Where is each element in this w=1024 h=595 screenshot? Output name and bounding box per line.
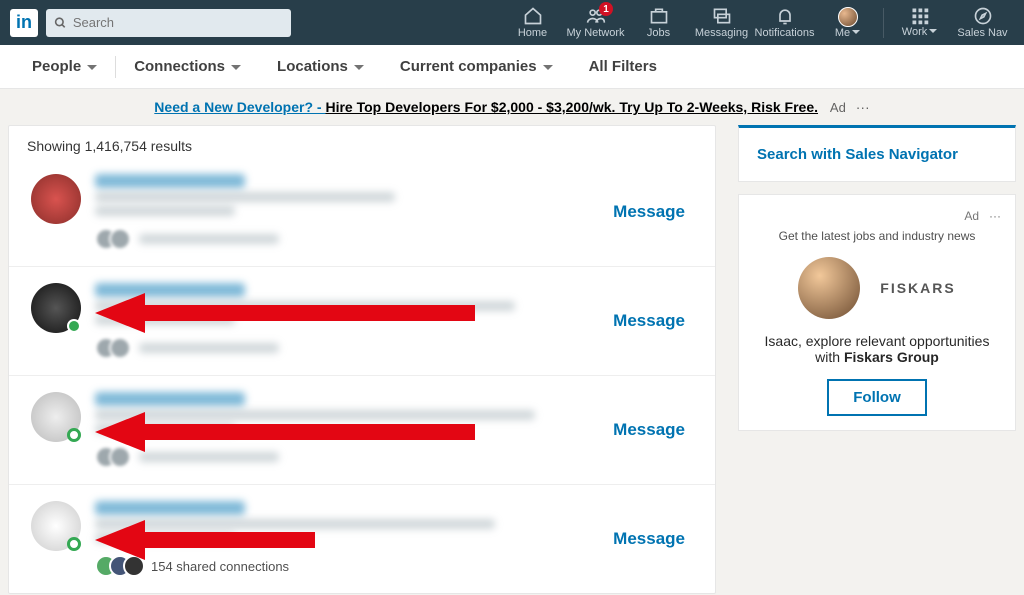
- result-name[interactable]: [95, 283, 245, 297]
- filter-bar: People Connections Locations Current com…: [0, 45, 1024, 89]
- presence-indicator-mobile: [67, 428, 81, 442]
- bell-icon: [775, 6, 795, 26]
- jobs-icon: [649, 6, 669, 26]
- sidebar-ad: Ad ··· Get the latest jobs and industry …: [738, 194, 1016, 431]
- messaging-icon: [712, 6, 732, 26]
- message-button[interactable]: Message: [613, 420, 685, 440]
- ad-explore-text: Isaac, explore relevant opportunities wi…: [753, 333, 1001, 365]
- grid-icon: [911, 7, 929, 25]
- search-icon: [54, 16, 67, 30]
- result-headline: [95, 301, 515, 311]
- follow-button[interactable]: Follow: [827, 379, 927, 416]
- home-icon: [523, 6, 543, 26]
- result-name[interactable]: [95, 392, 245, 406]
- shared-connections[interactable]: 154 shared connections: [95, 555, 613, 577]
- shared-connections[interactable]: [95, 446, 613, 468]
- nav-sales[interactable]: Sales Nav: [951, 6, 1014, 39]
- ad-menu[interactable]: ···: [989, 209, 1001, 223]
- result-row: Message: [9, 158, 715, 267]
- presence-indicator-mobile: [67, 537, 81, 551]
- network-badge: 1: [599, 2, 613, 16]
- nav-home[interactable]: Home: [501, 6, 564, 39]
- filter-companies[interactable]: Current companies: [382, 58, 571, 75]
- filter-connections[interactable]: Connections: [116, 58, 259, 75]
- message-button[interactable]: Message: [613, 202, 685, 222]
- nav-notifications[interactable]: Notifications: [753, 6, 816, 39]
- result-avatar[interactable]: [31, 501, 81, 551]
- caret-down-icon: [852, 30, 860, 38]
- result-name[interactable]: [95, 174, 245, 188]
- nav-items: Home 1 My Network Jobs Messaging Notific…: [501, 6, 1014, 39]
- nav-jobs[interactable]: Jobs: [627, 6, 690, 39]
- result-avatar[interactable]: [31, 392, 81, 442]
- presence-indicator-online: [67, 319, 81, 333]
- ad-brand: FISKARS: [880, 280, 955, 296]
- results-count: Showing 1,416,754 results: [9, 126, 715, 158]
- results-panel: Showing 1,416,754 results Message: [8, 125, 716, 594]
- me-avatar: [838, 7, 858, 27]
- compass-icon: [973, 6, 993, 26]
- message-button[interactable]: Message: [613, 529, 685, 549]
- ad-menu[interactable]: ···: [856, 99, 870, 115]
- filter-people[interactable]: People: [14, 58, 115, 75]
- result-location: [95, 315, 235, 325]
- top-nav: in Home 1 My Network Jobs Messaging Noti…: [0, 0, 1024, 45]
- filter-all[interactable]: All Filters: [571, 58, 675, 75]
- shared-connections[interactable]: [95, 337, 613, 359]
- ad-link[interactable]: Need a New Developer? - Hire Top Develop…: [154, 99, 818, 115]
- nav-work[interactable]: Work: [888, 7, 951, 38]
- result-row: Message: [9, 376, 715, 485]
- ad-tag: Ad: [830, 100, 846, 115]
- result-avatar[interactable]: [31, 283, 81, 333]
- nav-messaging[interactable]: Messaging: [690, 6, 753, 39]
- linkedin-logo[interactable]: in: [10, 9, 38, 37]
- result-location: [95, 206, 235, 216]
- filter-locations[interactable]: Locations: [259, 58, 382, 75]
- result-headline: [95, 192, 395, 202]
- result-name[interactable]: [95, 501, 245, 515]
- result-headline: [95, 410, 535, 420]
- caret-down-icon: [929, 29, 937, 37]
- result-row: Message: [9, 267, 715, 376]
- result-avatar[interactable]: [31, 174, 81, 224]
- result-location: [95, 424, 235, 434]
- shared-connections-label: 154 shared connections: [151, 559, 289, 574]
- search-input[interactable]: [73, 15, 283, 30]
- result-location: [95, 533, 235, 543]
- nav-me[interactable]: Me: [816, 7, 879, 39]
- message-button[interactable]: Message: [613, 311, 685, 331]
- nav-network[interactable]: 1 My Network: [564, 6, 627, 39]
- ad-subtitle: Get the latest jobs and industry news: [753, 229, 1001, 243]
- shared-connections[interactable]: [95, 228, 613, 250]
- ad-banner: Need a New Developer? - Hire Top Develop…: [0, 89, 1024, 125]
- sales-navigator-button[interactable]: Search with Sales Navigator: [738, 125, 1016, 182]
- result-row: 154 shared connections Message: [9, 485, 715, 593]
- ad-tag: Ad: [964, 209, 979, 223]
- ad-face: [798, 257, 860, 319]
- search-box[interactable]: [46, 9, 291, 37]
- result-headline: [95, 519, 495, 529]
